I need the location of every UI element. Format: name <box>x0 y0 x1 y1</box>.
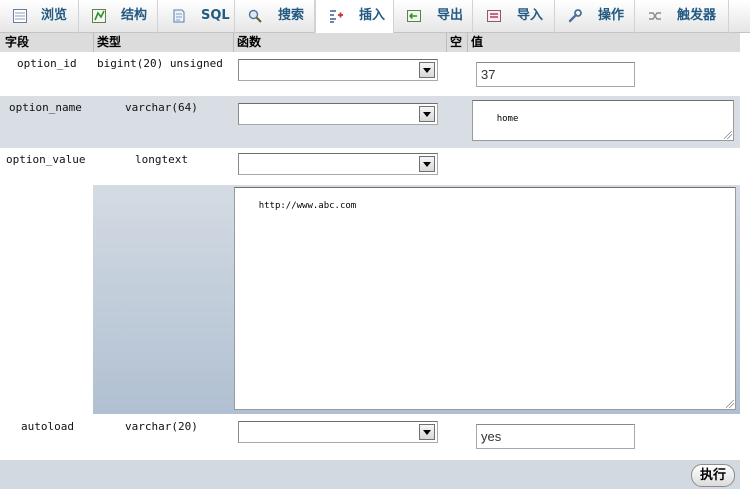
header-function: 函数 <box>237 35 262 49</box>
header-null: 空 <box>450 35 463 49</box>
function-select[interactable] <box>238 153 438 175</box>
resize-handle[interactable] <box>726 400 734 408</box>
tab-export[interactable]: 导出 <box>394 0 473 33</box>
field-name: option_name <box>9 101 82 114</box>
chevron-down-icon[interactable] <box>419 424 435 440</box>
insert-icon <box>330 10 343 23</box>
header-divider <box>233 33 234 52</box>
chevron-down-icon[interactable] <box>419 156 435 172</box>
form-footer: 执行 <box>0 460 740 489</box>
table-row: option_id bigint(20) unsigned 37 <box>0 52 740 96</box>
tab-export-label: 导出 <box>437 8 464 23</box>
tab-triggers-label: 触发器 <box>677 8 717 23</box>
chevron-down-icon[interactable] <box>419 106 435 122</box>
field-type: longtext <box>135 153 188 166</box>
value-input[interactable]: 37 <box>476 62 635 87</box>
value-panel: http://www.abc.com <box>93 185 740 414</box>
function-select[interactable] <box>238 59 438 81</box>
tab-bar: 浏览 结构 SQL 搜索 插入 导出 导入 操作 触发器 <box>0 0 750 34</box>
tab-insert-label: 插入 <box>359 8 386 23</box>
header-value: 值 <box>471 35 484 49</box>
resize-handle[interactable] <box>724 131 732 139</box>
tab-search-label: 搜索 <box>278 8 305 23</box>
tab-insert[interactable]: 插入 <box>315 0 394 34</box>
header-field: 字段 <box>5 35 30 49</box>
header-divider <box>93 33 94 52</box>
browse-icon <box>13 9 27 23</box>
value-text: home <box>496 114 519 124</box>
tab-operations-label: 操作 <box>598 8 625 23</box>
go-button[interactable]: 执行 <box>691 464 735 487</box>
table-row: autoload varchar(20) yes <box>0 414 740 460</box>
tab-browse[interactable]: 浏览 <box>0 0 79 33</box>
value-textarea[interactable]: home <box>472 100 734 141</box>
tab-import-label: 导入 <box>517 8 544 23</box>
table-row: option_value longtext <box>0 148 740 185</box>
tab-structure-label: 结构 <box>121 8 148 23</box>
field-type: varchar(20) <box>125 420 198 433</box>
tab-operations[interactable]: 操作 <box>555 0 635 33</box>
sql-icon <box>173 9 185 23</box>
field-type: bigint(20) unsigned <box>97 57 223 70</box>
structure-icon <box>92 9 106 23</box>
operations-icon <box>568 9 582 23</box>
header-divider <box>467 33 468 52</box>
tab-search[interactable]: 搜索 <box>235 0 315 33</box>
import-icon <box>487 10 501 22</box>
tab-sql-label: SQL <box>201 8 230 23</box>
table-row: option_name varchar(64) home <box>0 96 740 148</box>
tab-sql[interactable]: SQL <box>158 0 235 33</box>
field-name: option_value <box>6 153 86 166</box>
value-text: http://www.abc.com <box>258 201 357 211</box>
field-name: autoload <box>21 420 74 433</box>
value-textarea[interactable]: http://www.abc.com <box>234 187 736 410</box>
function-select[interactable] <box>238 421 438 443</box>
table-header: 字段 类型 函数 空 值 <box>0 33 740 52</box>
tab-structure[interactable]: 结构 <box>79 0 158 33</box>
tab-import[interactable]: 导入 <box>473 0 555 33</box>
header-divider <box>446 33 447 52</box>
search-icon <box>248 9 262 23</box>
tab-browse-label: 浏览 <box>41 8 68 23</box>
triggers-icon <box>649 12 661 20</box>
header-type: 类型 <box>97 35 122 49</box>
export-icon <box>407 10 421 22</box>
value-input[interactable]: yes <box>476 424 635 449</box>
chevron-down-icon[interactable] <box>419 62 435 78</box>
function-select[interactable] <box>238 103 438 125</box>
field-name: option_id <box>17 57 77 70</box>
field-type: varchar(64) <box>125 101 198 114</box>
tab-triggers[interactable]: 触发器 <box>635 0 729 33</box>
